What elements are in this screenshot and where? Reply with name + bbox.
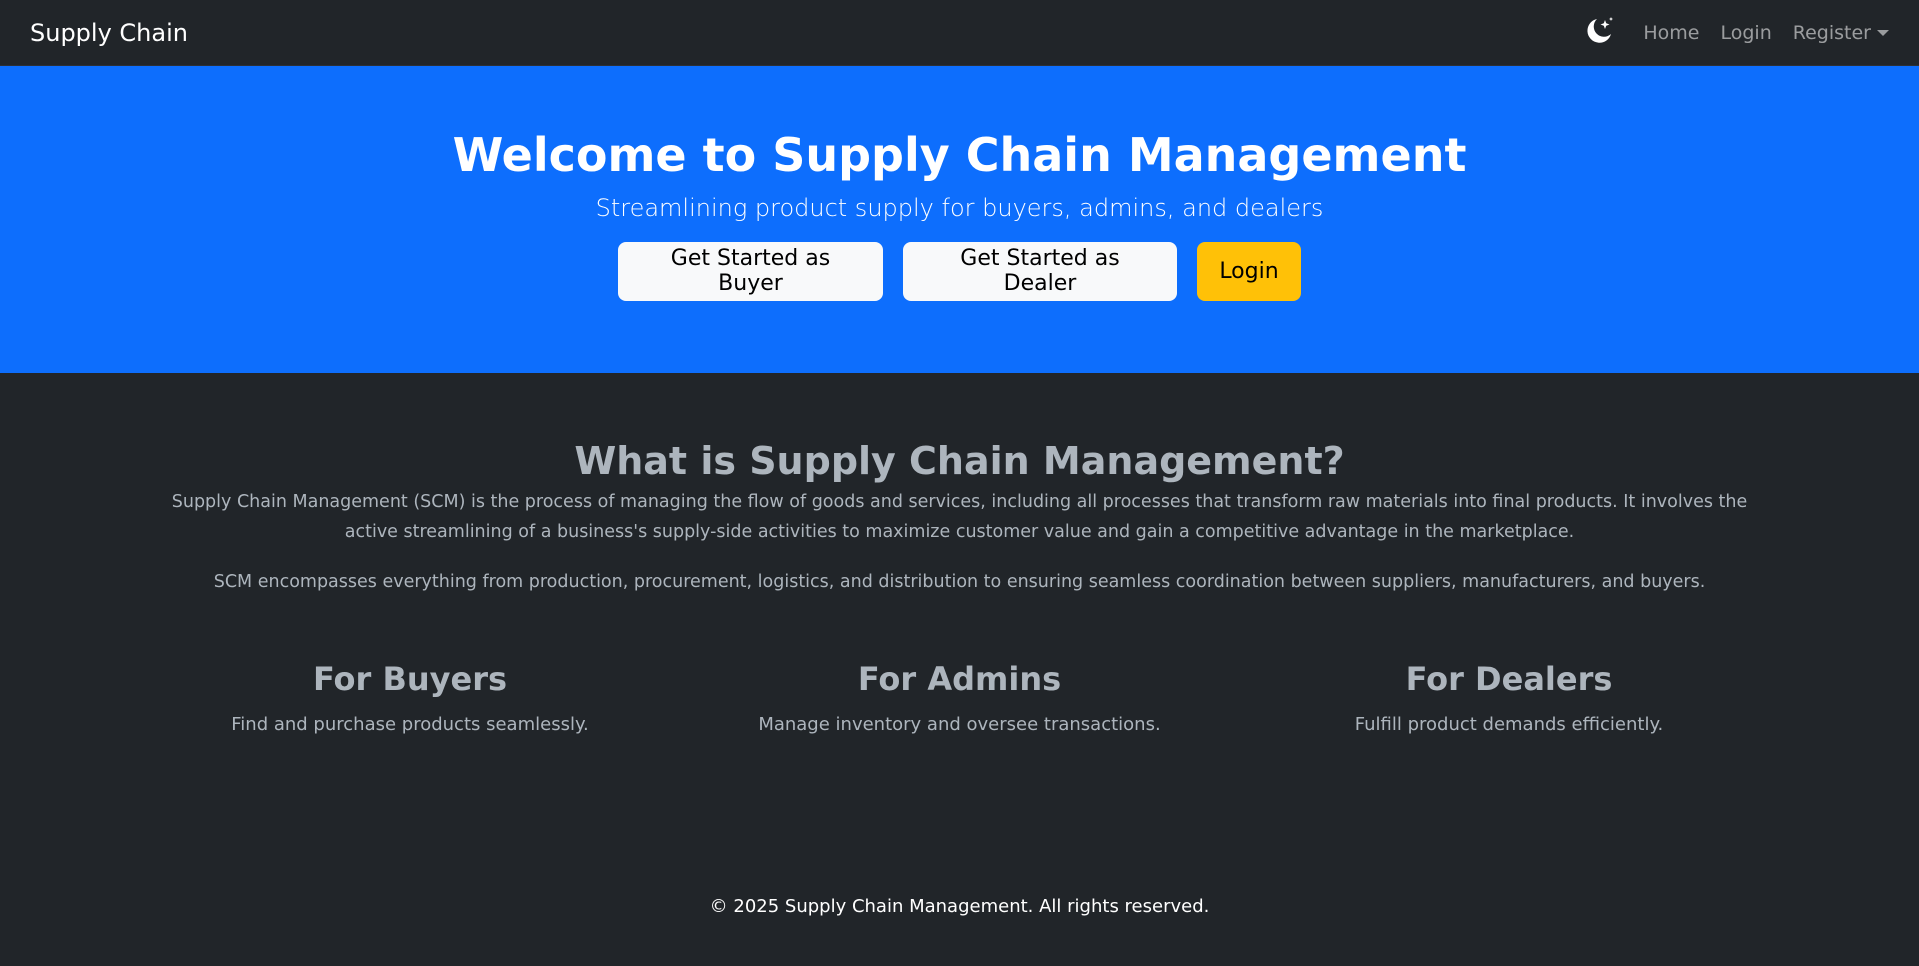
role-buyers: For Buyers Find and purchase products se… [150, 660, 670, 740]
top-navbar: Supply Chain Home Login Register [0, 0, 1919, 66]
nav-register-dropdown[interactable]: Register [1793, 22, 1889, 44]
get-started-dealer-button[interactable]: Get Started as Dealer [903, 241, 1177, 301]
hero-subtitle: Streamlining product supply for buyers, … [595, 193, 1324, 222]
role-description: Manage inventory and oversee transaction… [758, 714, 1161, 735]
role-description: Find and purchase products seamlessly. [231, 714, 589, 735]
brand-link[interactable]: Supply Chain [30, 19, 188, 47]
role-dealers: For Dealers Fulfill product demands effi… [1249, 660, 1769, 740]
about-paragraph-2: SCM encompasses everything from producti… [213, 572, 1706, 592]
get-started-buyer-button[interactable]: Get Started as Buyer [618, 241, 883, 301]
role-description: Fulfill product demands efficiently. [1354, 714, 1664, 735]
role-title: For Admins [857, 660, 1062, 698]
about-heading: What is Supply Chain Management? [574, 439, 1345, 483]
role-title: For Buyers [312, 660, 508, 698]
theme-toggle-button[interactable] [1582, 16, 1616, 50]
about-paragraph-1: Supply Chain Management (SCM) is the pro… [171, 492, 1748, 542]
hero-section: Welcome to Supply Chain Management Strea… [0, 66, 1919, 373]
page-footer: © 2025 Supply Chain Management. All righ… [0, 896, 1919, 917]
footer-copyright: © 2025 Supply Chain Management. All righ… [709, 896, 1210, 917]
about-section: What is Supply Chain Management? Supply … [0, 373, 1919, 740]
roles-row: For Buyers Find and purchase products se… [0, 660, 1919, 740]
nav-login-link[interactable]: Login [1721, 22, 1772, 44]
hero-title: Welcome to Supply Chain Management [452, 128, 1467, 182]
caret-down-icon [1877, 29, 1889, 36]
role-admins: For Admins Manage inventory and oversee … [700, 660, 1220, 740]
nav-links: Home Login Register [1582, 16, 1889, 50]
nav-register-label: Register [1792, 21, 1871, 44]
moon-stars-icon [1583, 15, 1615, 51]
hero-login-button[interactable]: Login [1197, 241, 1301, 301]
role-title: For Dealers [1405, 660, 1613, 698]
nav-home-link[interactable]: Home [1643, 22, 1699, 44]
hero-buttons: Get Started as Buyer Get Started as Deal… [618, 241, 1301, 301]
